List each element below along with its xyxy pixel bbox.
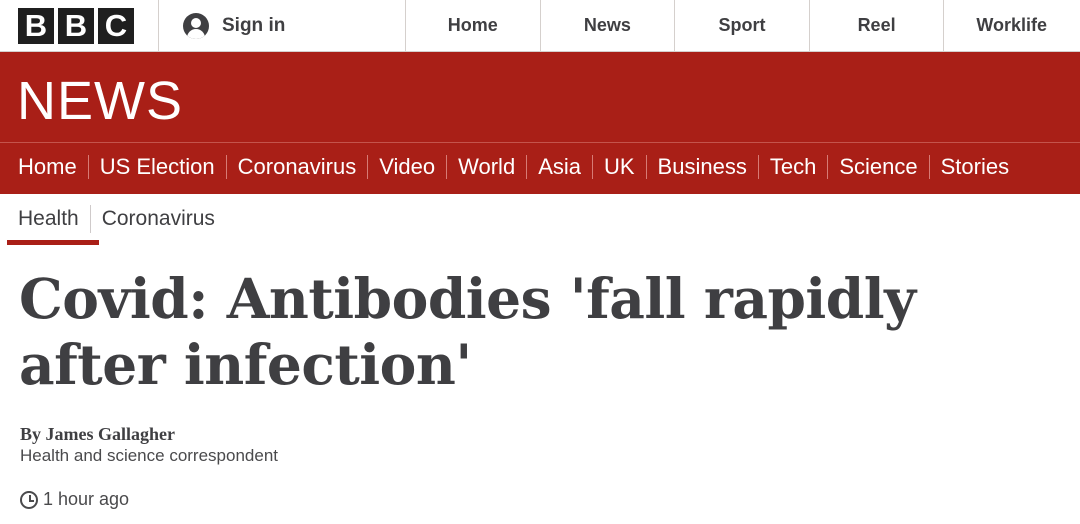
sub-nav-coronavirus[interactable]: Coronavirus — [102, 207, 215, 231]
divider — [89, 205, 91, 233]
top-nav-home[interactable]: Home — [406, 0, 541, 51]
divider — [225, 155, 227, 179]
section-nav-video[interactable]: Video — [379, 154, 435, 180]
divider — [446, 155, 448, 179]
section-nav-home[interactable]: Home — [18, 154, 77, 180]
bbc-logo[interactable]: B B C — [0, 0, 159, 51]
divider — [591, 155, 593, 179]
divider — [526, 155, 528, 179]
timestamp-label: 1 hour ago — [43, 489, 130, 509]
article-headline: Covid: Antibodies 'fall rapidly after in… — [19, 266, 916, 397]
section-nav-coronavirus[interactable]: Coronavirus — [238, 154, 357, 180]
article-byline: By James Gallagher — [20, 424, 175, 444]
article-timestamp: 1 hour ago — [20, 489, 129, 510]
divider — [757, 155, 759, 179]
section-nav-business[interactable]: Business — [658, 154, 747, 180]
top-nav-reel[interactable]: Reel — [810, 0, 945, 51]
section-nav-world[interactable]: World — [458, 154, 515, 180]
active-tab-indicator — [7, 240, 99, 245]
sub-nav: Health Coronavirus — [18, 205, 215, 233]
top-nav: Home News Sport Reel Worklife — [406, 0, 1079, 51]
section-nav-asia[interactable]: Asia — [538, 154, 581, 180]
top-nav-worklife[interactable]: Worklife — [944, 0, 1079, 51]
news-logo[interactable]: NEWS — [17, 70, 183, 132]
divider — [645, 155, 647, 179]
news-masthead: NEWS Home US Election Coronavirus Video … — [0, 52, 1080, 194]
divider — [367, 155, 369, 179]
user-icon — [183, 12, 209, 39]
section-nav-science[interactable]: Science — [839, 154, 917, 180]
bbc-logo-letter-c: C — [98, 7, 134, 44]
clock-icon — [20, 490, 38, 509]
bbc-top-bar: B B C Sign in Home News Sport Reel Workl… — [0, 0, 1080, 52]
top-nav-news[interactable]: News — [541, 0, 676, 51]
author-role: Health and science correspondent — [20, 446, 278, 465]
top-nav-sport[interactable]: Sport — [675, 0, 810, 51]
divider — [827, 155, 829, 179]
section-nav-uk[interactable]: UK — [604, 154, 635, 180]
masthead-divider — [0, 142, 1080, 143]
divider — [928, 155, 930, 179]
sub-nav-health[interactable]: Health — [18, 207, 79, 231]
divider — [87, 155, 89, 179]
section-nav-stories[interactable]: Stories — [941, 154, 1009, 180]
sign-in-button[interactable]: Sign in — [159, 0, 406, 51]
bbc-logo-letter-b2: B — [58, 7, 94, 44]
bbc-logo-letter-b1: B — [18, 7, 54, 44]
sign-in-label: Sign in — [222, 14, 286, 36]
section-nav: Home US Election Coronavirus Video World… — [18, 154, 1009, 180]
section-nav-tech[interactable]: Tech — [770, 154, 816, 180]
section-nav-us-election[interactable]: US Election — [100, 154, 215, 180]
